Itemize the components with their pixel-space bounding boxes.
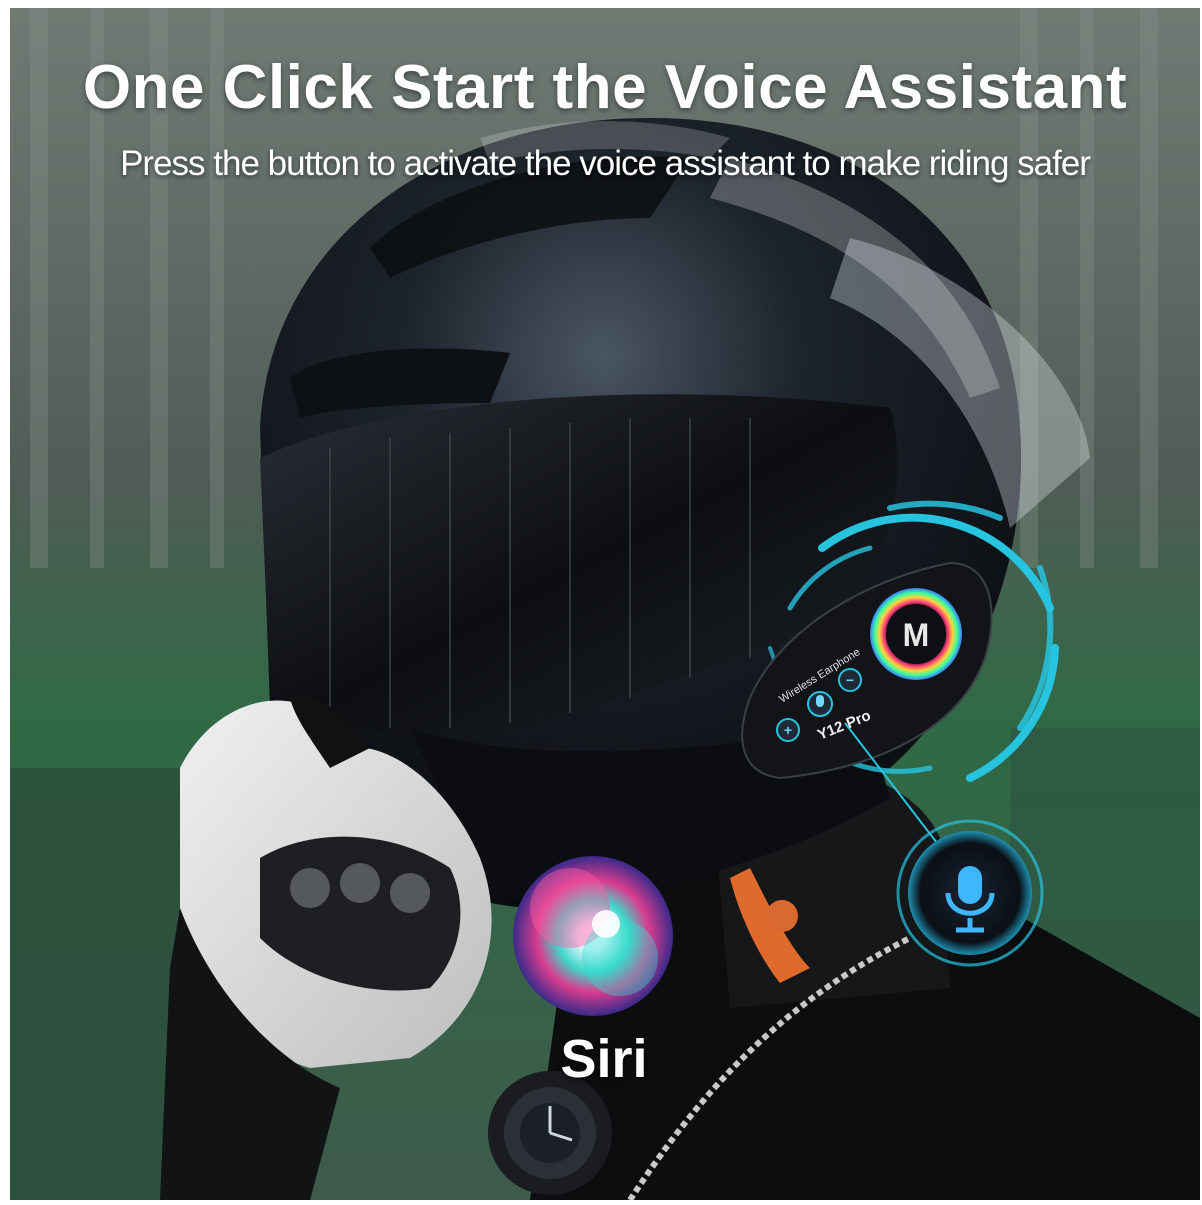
image-frame: M One Click Start the Voice Assistant Pr… bbox=[0, 0, 1202, 1205]
photo-illustration: M bbox=[10, 8, 1200, 1200]
subheadline: Press the button to activate the voice a… bbox=[120, 144, 1091, 183]
microphone-icon bbox=[896, 819, 1044, 967]
siri-orb-icon bbox=[513, 856, 673, 1016]
svg-text:M: M bbox=[903, 617, 930, 653]
product-photo: M One Click Start the Voice Assistant Pr… bbox=[10, 8, 1200, 1200]
headline: One Click Start the Voice Assistant bbox=[82, 53, 1128, 122]
siri-label: Siri bbox=[560, 1029, 648, 1089]
